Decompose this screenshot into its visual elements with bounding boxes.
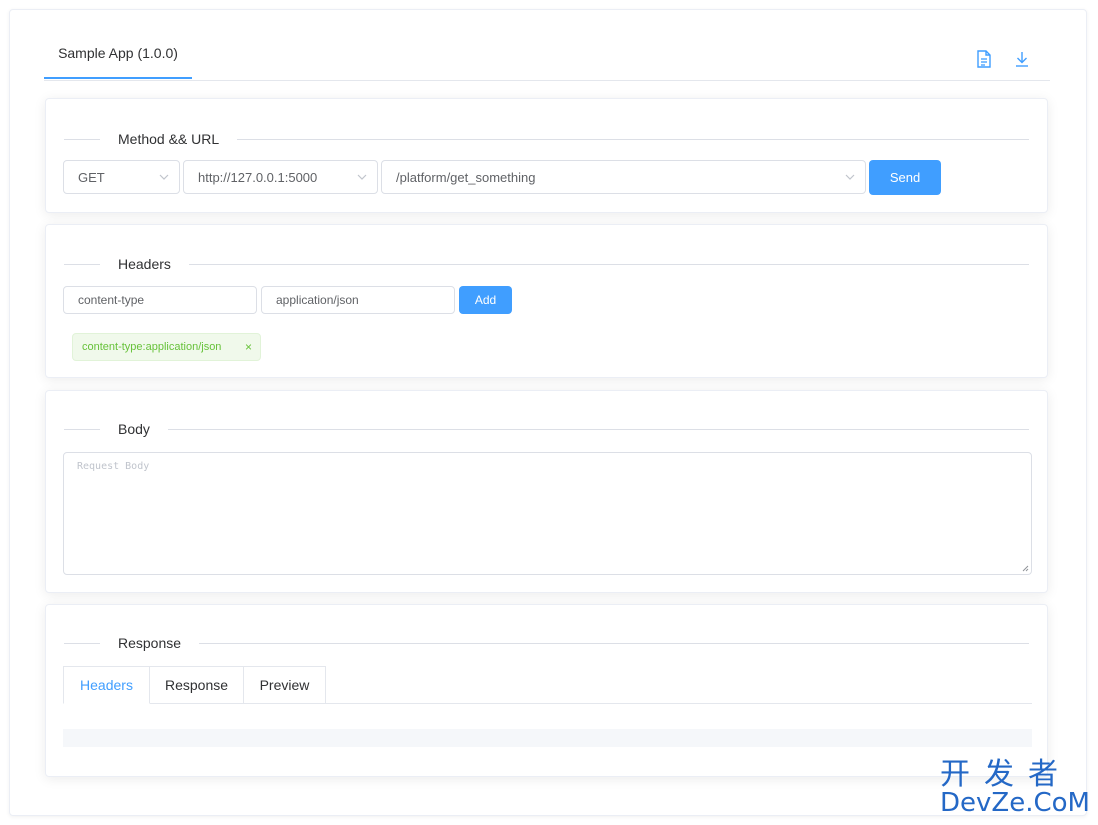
section-title-method: Method && URL	[100, 130, 238, 148]
path-select[interactable]: /platform/get_something	[381, 160, 866, 194]
header-key-value: content-type	[78, 293, 145, 307]
watermark-english-text: DevZe.CoM	[940, 788, 1090, 818]
header-key-input[interactable]: content-type	[63, 286, 257, 314]
devze-watermark-logo: 开发者 DevZe.CoM	[940, 758, 1090, 822]
section-title-headers: Headers	[100, 255, 189, 273]
watermark-chinese-text: 开发者	[940, 757, 1072, 792]
headers-card: Headers content-type application/json Ad…	[45, 224, 1048, 378]
resize-handle-icon[interactable]	[1022, 565, 1029, 572]
chevron-down-icon	[357, 174, 367, 180]
close-icon[interactable]: ×	[245, 334, 252, 360]
tab-preview[interactable]: Preview	[243, 666, 326, 703]
section-title-response: Response	[100, 634, 200, 652]
chevron-down-icon	[159, 174, 169, 180]
tab-headers[interactable]: Headers	[63, 666, 150, 704]
request-body-placeholder: Request Body	[77, 461, 150, 472]
request-body-textarea[interactable]: Request Body	[63, 452, 1032, 575]
section-divider: Headers	[64, 255, 1029, 273]
body-card: Body Request Body	[45, 390, 1048, 593]
tab-sample-app[interactable]: Sample App (1.0.0)	[44, 28, 192, 79]
app-tab-bar: Sample App (1.0.0)	[44, 28, 1050, 81]
chevron-down-icon	[845, 174, 855, 180]
add-header-button[interactable]: Add	[459, 286, 512, 314]
host-select[interactable]: http://127.0.0.1:5000	[183, 160, 378, 194]
path-value: /platform/get_something	[396, 170, 536, 185]
method-value: GET	[78, 170, 105, 185]
host-value: http://127.0.0.1:5000	[198, 170, 318, 185]
header-value-value: application/json	[276, 293, 359, 307]
method-select[interactable]: GET	[63, 160, 180, 194]
method-url-card: Method && URL GET http://127.0.0.1:5000 …	[45, 98, 1048, 213]
send-button[interactable]: Send	[869, 160, 941, 195]
response-content	[63, 729, 1032, 747]
header-value-input[interactable]: application/json	[261, 286, 455, 314]
tab-response[interactable]: Response	[149, 666, 244, 703]
document-icon[interactable]	[975, 49, 995, 69]
download-icon[interactable]	[1013, 49, 1033, 69]
header-tag: content-type:application/json ×	[72, 333, 261, 361]
section-divider: Method && URL	[64, 130, 1029, 148]
response-card: Response Headers Response Preview	[45, 604, 1048, 777]
section-title-body: Body	[100, 420, 168, 438]
section-divider: Body	[64, 420, 1029, 438]
header-tag-label: content-type:application/json	[82, 341, 222, 353]
section-divider: Response	[64, 634, 1029, 652]
response-tabs: Headers Response Preview	[63, 666, 1032, 704]
